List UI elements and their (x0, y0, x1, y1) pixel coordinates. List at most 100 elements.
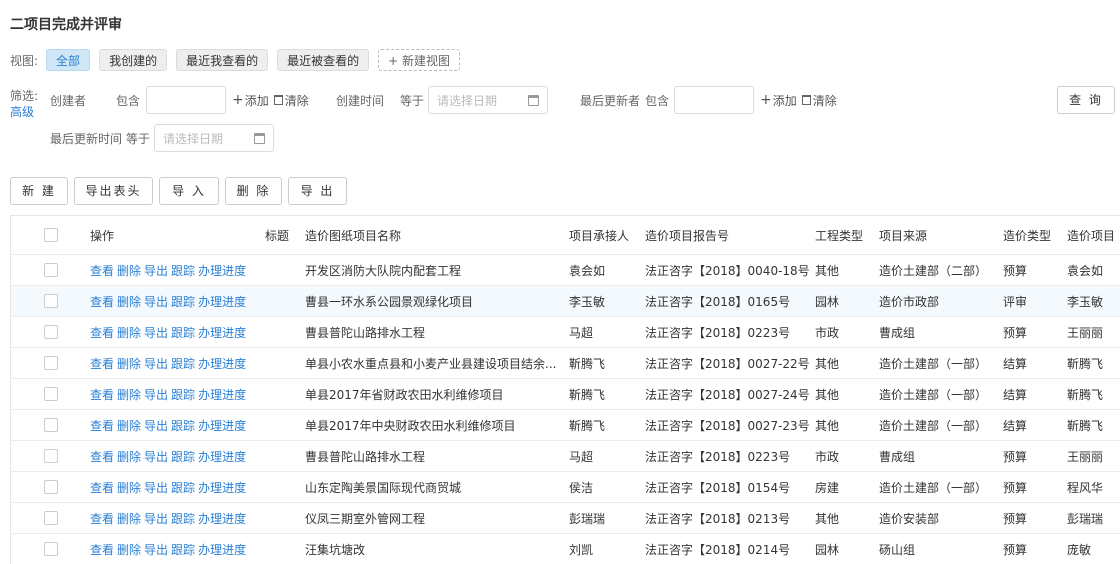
delete-link[interactable]: 删除 (117, 510, 141, 527)
row-checkbox[interactable] (44, 542, 58, 556)
export-link[interactable]: 导出 (144, 386, 168, 403)
view-all-button[interactable]: 全部 (46, 49, 91, 71)
progress-link[interactable]: 办理进度 (198, 479, 246, 496)
progress-link[interactable]: 办理进度 (198, 510, 246, 527)
table-row[interactable]: 查看 删除 导出 跟踪 办理进度 开发区消防大队院内配套工程 袁会如 法正咨字【2018】00… (11, 255, 1120, 286)
query-button[interactable]: 查 询 (1057, 86, 1115, 114)
export-link[interactable]: 导出 (144, 510, 168, 527)
export-link[interactable]: 导出 (144, 541, 168, 558)
row-checkbox[interactable] (44, 449, 58, 463)
view-link[interactable]: 查看 (90, 324, 114, 341)
delete-button[interactable]: 删 除 (225, 177, 282, 205)
view-link[interactable]: 查看 (90, 448, 114, 465)
creator-input[interactable] (146, 86, 227, 114)
delete-link[interactable]: 删除 (117, 324, 141, 341)
view-recently-viewed-button[interactable]: 最近被查看的 (277, 49, 370, 71)
table-row[interactable]: 查看 删除 导出 跟踪 办理进度 单县2017年中央财政农田水利维修项目 靳腾飞 法正咨字【2… (11, 410, 1120, 441)
import-button[interactable]: 导 入 (159, 177, 219, 205)
delete-link[interactable]: 删除 (117, 355, 141, 372)
row-checkbox[interactable] (44, 325, 58, 339)
row-checkbox[interactable] (44, 511, 58, 525)
delete-link[interactable]: 删除 (117, 479, 141, 496)
view-link[interactable]: 查看 (90, 541, 114, 558)
row-checkbox[interactable] (44, 356, 58, 370)
delete-link[interactable]: 删除 (117, 262, 141, 279)
header-project-name[interactable]: 造价图纸项目名称 (305, 216, 401, 254)
progress-link[interactable]: 办理进度 (198, 386, 246, 403)
last-updater-add-button[interactable]: + 添加 (760, 92, 797, 109)
table-row[interactable]: 查看 删除 导出 跟踪 办理进度 单县2017年省财政农田水利维修项目 靳腾飞 法正咨字【20… (11, 379, 1120, 410)
table-row[interactable]: 查看 删除 导出 跟踪 办理进度 仪凤三期室外管网工程 彭瑞瑞 法正咨字【2018】0213号… (11, 503, 1120, 534)
track-link[interactable]: 跟踪 (171, 293, 195, 310)
track-link[interactable]: 跟踪 (171, 510, 195, 527)
table-row[interactable]: 查看 删除 导出 跟踪 办理进度 单县小农水重点县和小麦产业县建设项目结余... 靳腾飞 法正… (11, 348, 1120, 379)
track-link[interactable]: 跟踪 (171, 324, 195, 341)
progress-link[interactable]: 办理进度 (198, 324, 246, 341)
export-link[interactable]: 导出 (144, 355, 168, 372)
header-cost-type[interactable]: 造价类型 (1003, 216, 1051, 254)
export-button[interactable]: 导 出 (288, 177, 347, 205)
row-checkbox[interactable] (44, 294, 58, 308)
advanced-filter-link[interactable]: 高级 (10, 104, 38, 120)
track-link[interactable]: 跟踪 (171, 479, 195, 496)
progress-link[interactable]: 办理进度 (198, 355, 246, 372)
view-link[interactable]: 查看 (90, 355, 114, 372)
new-button[interactable]: 新 建 (10, 177, 68, 205)
table-row[interactable]: 查看 删除 导出 跟踪 办理进度 曹县普陀山路排水工程 马超 法正咨字【2018】0223号 市… (11, 441, 1120, 472)
export-link[interactable]: 导出 (144, 448, 168, 465)
creator-add-button[interactable]: + 添加 (232, 92, 269, 109)
track-link[interactable]: 跟踪 (171, 386, 195, 403)
header-project-source[interactable]: 项目来源 (879, 216, 927, 254)
track-link[interactable]: 跟踪 (171, 541, 195, 558)
delete-link[interactable]: 删除 (117, 293, 141, 310)
export-link[interactable]: 导出 (144, 262, 168, 279)
row-checkbox[interactable] (44, 480, 58, 494)
view-link[interactable]: 查看 (90, 417, 114, 434)
table-row[interactable]: 查看 删除 导出 跟踪 办理进度 山东定陶美景国际现代商贸城 侯洁 法正咨字【2018】015… (11, 472, 1120, 503)
delete-link[interactable]: 删除 (117, 541, 141, 558)
progress-link[interactable]: 办理进度 (198, 293, 246, 310)
table-row[interactable]: 查看 删除 导出 跟踪 办理进度 曹县一环水系公园景观绿化项目 李玉敏 法正咨字【2018】0… (11, 286, 1120, 317)
view-link[interactable]: 查看 (90, 479, 114, 496)
row-assignee: 马超 (569, 449, 594, 464)
progress-link[interactable]: 办理进度 (198, 417, 246, 434)
track-link[interactable]: 跟踪 (171, 417, 195, 434)
track-link[interactable]: 跟踪 (171, 262, 195, 279)
table-row[interactable]: 查看 删除 导出 跟踪 办理进度 曹县普陀山路排水工程 马超 法正咨字【2018】0223号 市… (11, 317, 1120, 348)
row-checkbox[interactable] (44, 418, 58, 432)
view-link[interactable]: 查看 (90, 262, 114, 279)
header-assignee[interactable]: 项目承接人 (569, 216, 629, 254)
progress-link[interactable]: 办理进度 (198, 448, 246, 465)
create-time-date-picker[interactable]: 请选择日期 (428, 86, 549, 114)
header-report-number[interactable]: 造价项目报告号 (645, 216, 729, 254)
delete-link[interactable]: 删除 (117, 448, 141, 465)
progress-link[interactable]: 办理进度 (198, 541, 246, 558)
last-updater-clear-button[interactable]: 清除 (801, 92, 837, 109)
table-row[interactable]: 查看 删除 导出 跟踪 办理进度 汪集坑塘改 刘凯 法正咨字【2018】0214号 园林 砀山组 预… (11, 534, 1120, 564)
view-my-created-button[interactable]: 我创建的 (99, 49, 168, 71)
progress-link[interactable]: 办理进度 (198, 262, 246, 279)
last-updater-input[interactable] (674, 86, 755, 114)
row-checkbox[interactable] (44, 387, 58, 401)
view-recently-viewed-by-me-button[interactable]: 最近我查看的 (176, 49, 269, 71)
row-checkbox[interactable] (44, 263, 58, 277)
view-link[interactable]: 查看 (90, 293, 114, 310)
header-project-type[interactable]: 工程类型 (815, 216, 863, 254)
last-update-time-date-picker[interactable]: 请选择日期 (154, 124, 275, 152)
header-cost-project[interactable]: 造价项目 (1067, 216, 1115, 254)
delete-link[interactable]: 删除 (117, 417, 141, 434)
delete-link[interactable]: 删除 (117, 386, 141, 403)
export-link[interactable]: 导出 (144, 324, 168, 341)
select-all-checkbox[interactable] (44, 228, 58, 242)
export-header-button[interactable]: 导出表头 (74, 177, 153, 205)
export-link[interactable]: 导出 (144, 417, 168, 434)
view-link[interactable]: 查看 (90, 510, 114, 527)
view-link[interactable]: 查看 (90, 386, 114, 403)
header-title[interactable]: 标题 (265, 216, 289, 254)
creator-clear-button[interactable]: 清除 (273, 92, 309, 109)
track-link[interactable]: 跟踪 (171, 448, 195, 465)
new-view-button[interactable]: + 新建视图 (378, 49, 460, 71)
export-link[interactable]: 导出 (144, 293, 168, 310)
export-link[interactable]: 导出 (144, 479, 168, 496)
track-link[interactable]: 跟踪 (171, 355, 195, 372)
